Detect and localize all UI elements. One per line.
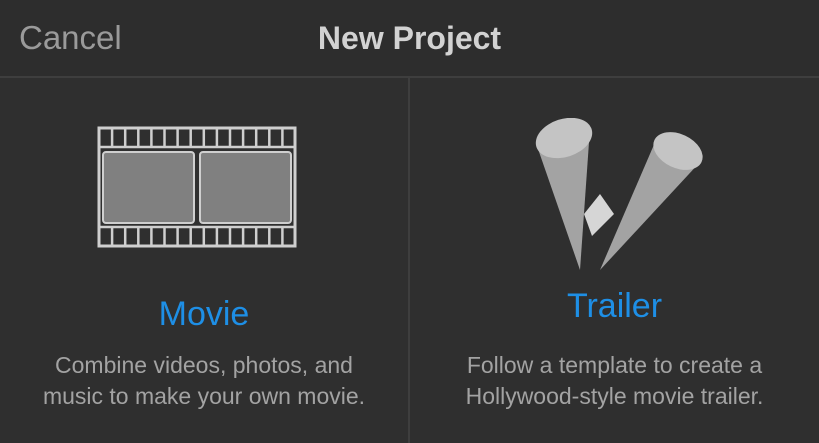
page-title: New Project xyxy=(317,20,502,56)
movie-description-line-2: music to make your own movie. xyxy=(42,383,366,409)
film-strip-icon xyxy=(97,126,297,248)
movie-description-line-1: Combine videos, photos, and xyxy=(55,352,353,378)
trailer-title: Trailer xyxy=(566,287,663,325)
trailer-description-line-1: Follow a template to create a xyxy=(466,352,763,378)
project-type-options: Movie Combine videos, photos, and music … xyxy=(0,78,819,443)
trailer-description-line-2: Hollywood-style movie trailer. xyxy=(465,383,764,409)
trailer-description: Follow a template to create a Hollywood-… xyxy=(410,350,819,412)
navigation-bar: Cancel New Project xyxy=(0,0,819,78)
trailer-option[interactable]: Trailer Follow a template to create a Ho… xyxy=(410,78,819,443)
spotlights-icon xyxy=(535,118,703,270)
movie-description: Combine videos, photos, and music to mak… xyxy=(0,350,408,412)
movie-option[interactable]: Movie Combine videos, photos, and music … xyxy=(0,78,408,443)
movie-title: Movie xyxy=(158,295,250,333)
new-project-screen: Cancel New Project Movie Combine videos,… xyxy=(0,0,819,443)
